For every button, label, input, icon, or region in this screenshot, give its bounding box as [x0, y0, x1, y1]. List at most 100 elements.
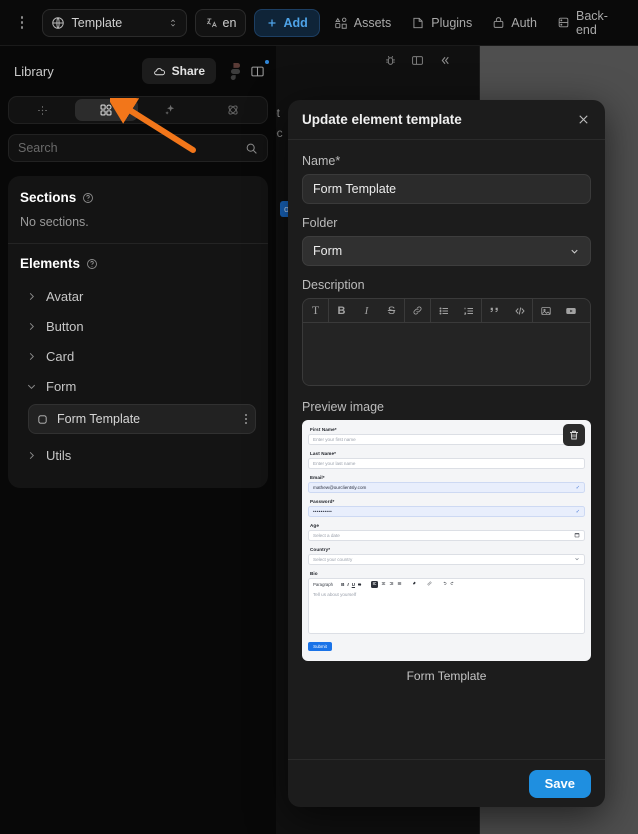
preview-email-input: mathew@ourclientsly.com ✓	[308, 482, 585, 493]
preview-first-name-input: Enter your first name	[308, 434, 585, 445]
library-tab-atoms[interactable]	[202, 99, 266, 121]
element-group-card[interactable]: Card	[20, 341, 256, 371]
sections-header: Sections	[20, 190, 256, 205]
library-tab-components[interactable]	[75, 99, 139, 121]
search-input[interactable]	[18, 141, 239, 155]
toolbar-group-lists	[431, 299, 482, 322]
name-input[interactable]: Form Template	[302, 174, 591, 204]
strikethrough-icon: S	[358, 582, 361, 587]
preview-field-label: Last Name*	[310, 451, 585, 456]
backend-label: Back-end	[576, 9, 622, 37]
help-circle-icon[interactable]	[86, 258, 98, 270]
preview-age-input: Select a date	[308, 530, 585, 541]
underline-icon: U	[352, 582, 355, 587]
element-group-utils[interactable]: Utils	[20, 440, 256, 470]
chevron-right-icon	[26, 291, 38, 302]
toolbar-group-block	[482, 299, 533, 322]
image-icon[interactable]	[533, 299, 558, 322]
element-group-button[interactable]: Button	[20, 311, 256, 341]
kebab-menu-icon[interactable]	[245, 414, 247, 425]
element-group-label: Button	[46, 319, 84, 334]
preview-image[interactable]: First Name* Enter your first name Last N…	[302, 420, 591, 661]
text-format-icon[interactable]: T	[303, 299, 328, 322]
description-textarea[interactable]	[303, 323, 590, 385]
preview-bio-toolbar: Paragraph B I U S	[309, 579, 584, 589]
add-button[interactable]: Add	[254, 9, 319, 37]
required-asterisk: *	[335, 154, 340, 168]
assets-label: Assets	[354, 16, 392, 30]
dialog-footer: Save	[288, 759, 605, 807]
bold-icon[interactable]: B	[329, 299, 354, 322]
template-selector[interactable]: Template	[42, 9, 187, 37]
italic-icon[interactable]: I	[354, 299, 379, 322]
preview-bio-placeholder: Tell us about yourself	[309, 589, 584, 633]
highlight-icon	[412, 581, 417, 587]
bold-icon: B	[341, 582, 344, 587]
link-icon[interactable]	[405, 299, 430, 322]
assets-menu-item[interactable]: Assets	[328, 9, 398, 37]
library-header: Library Share	[8, 56, 268, 86]
language-selector[interactable]: en	[195, 9, 247, 37]
preview-field-label: First Name*	[310, 427, 585, 432]
search-box[interactable]	[8, 134, 268, 162]
collapse-left-icon[interactable]	[438, 54, 451, 67]
element-group-label: Utils	[46, 448, 71, 463]
vertical-dots-icon	[21, 16, 24, 29]
auth-menu-item[interactable]: Auth	[486, 9, 543, 37]
align-center-icon	[381, 581, 386, 587]
element-group-form[interactable]: Form	[20, 371, 256, 401]
quote-icon[interactable]	[482, 299, 507, 322]
dialog-title: Update element template	[302, 112, 576, 127]
split-panel-icon[interactable]	[246, 60, 268, 82]
code-icon[interactable]	[507, 299, 532, 322]
save-button[interactable]: Save	[529, 770, 591, 798]
element-item-form-template[interactable]: Form Template	[28, 404, 256, 434]
name-input-value: Form Template	[313, 182, 396, 196]
name-field-label: Name*	[302, 154, 591, 168]
backend-menu-item[interactable]: Back-end	[551, 9, 628, 37]
bug-icon[interactable]	[384, 54, 397, 67]
share-button[interactable]: Share	[142, 58, 216, 84]
sections-title: Sections	[20, 190, 76, 205]
share-button-label: Share	[172, 64, 205, 78]
notification-dot	[265, 60, 269, 64]
delete-preview-image-button[interactable]	[563, 424, 585, 446]
preview-bio-editor: Paragraph B I U S	[308, 578, 585, 634]
preview-field-label: Country*	[310, 547, 585, 552]
figma-icon[interactable]	[224, 60, 246, 82]
library-panel: Sections No sections. Elements Avatar	[8, 176, 268, 488]
elements-title: Elements	[20, 256, 80, 271]
search-icon[interactable]	[245, 142, 258, 155]
numbered-list-icon[interactable]	[456, 299, 481, 322]
chevron-down-icon	[574, 556, 580, 564]
close-icon[interactable]	[576, 112, 591, 127]
preview-image-caption: Form Template	[302, 669, 591, 683]
globe-icon	[51, 16, 65, 30]
assets-icon	[334, 16, 348, 30]
video-icon[interactable]	[558, 299, 583, 322]
help-circle-icon[interactable]	[82, 192, 94, 204]
panel-toggle-icon[interactable]	[411, 54, 424, 67]
trash-icon	[568, 429, 580, 441]
database-icon	[557, 16, 570, 29]
chevron-down-icon	[26, 381, 38, 392]
preview-image-label: Preview image	[302, 400, 591, 414]
plugins-menu-item[interactable]: Plugins	[405, 9, 478, 37]
library-tab-move[interactable]	[11, 99, 75, 121]
library-tabbar	[8, 96, 268, 124]
bullet-list-icon[interactable]	[431, 299, 456, 322]
folder-select[interactable]: Form	[302, 236, 591, 266]
align-left-icon	[371, 581, 378, 588]
check-icon: ✓	[576, 485, 580, 491]
element-group-label: Avatar	[46, 289, 83, 304]
preview-field-placeholder: Enter your first name	[313, 437, 356, 442]
main-menu-button[interactable]	[10, 10, 34, 36]
add-button-label: Add	[283, 16, 307, 30]
element-group-avatar[interactable]: Avatar	[20, 281, 256, 311]
library-title: Library	[14, 64, 142, 79]
element-group-label: Form	[46, 379, 76, 394]
strikethrough-icon[interactable]: S	[379, 299, 404, 322]
preview-bio-label: Bio	[310, 571, 585, 576]
library-tab-ai[interactable]	[138, 99, 202, 121]
toolbar-group-inline: B I S	[329, 299, 405, 322]
